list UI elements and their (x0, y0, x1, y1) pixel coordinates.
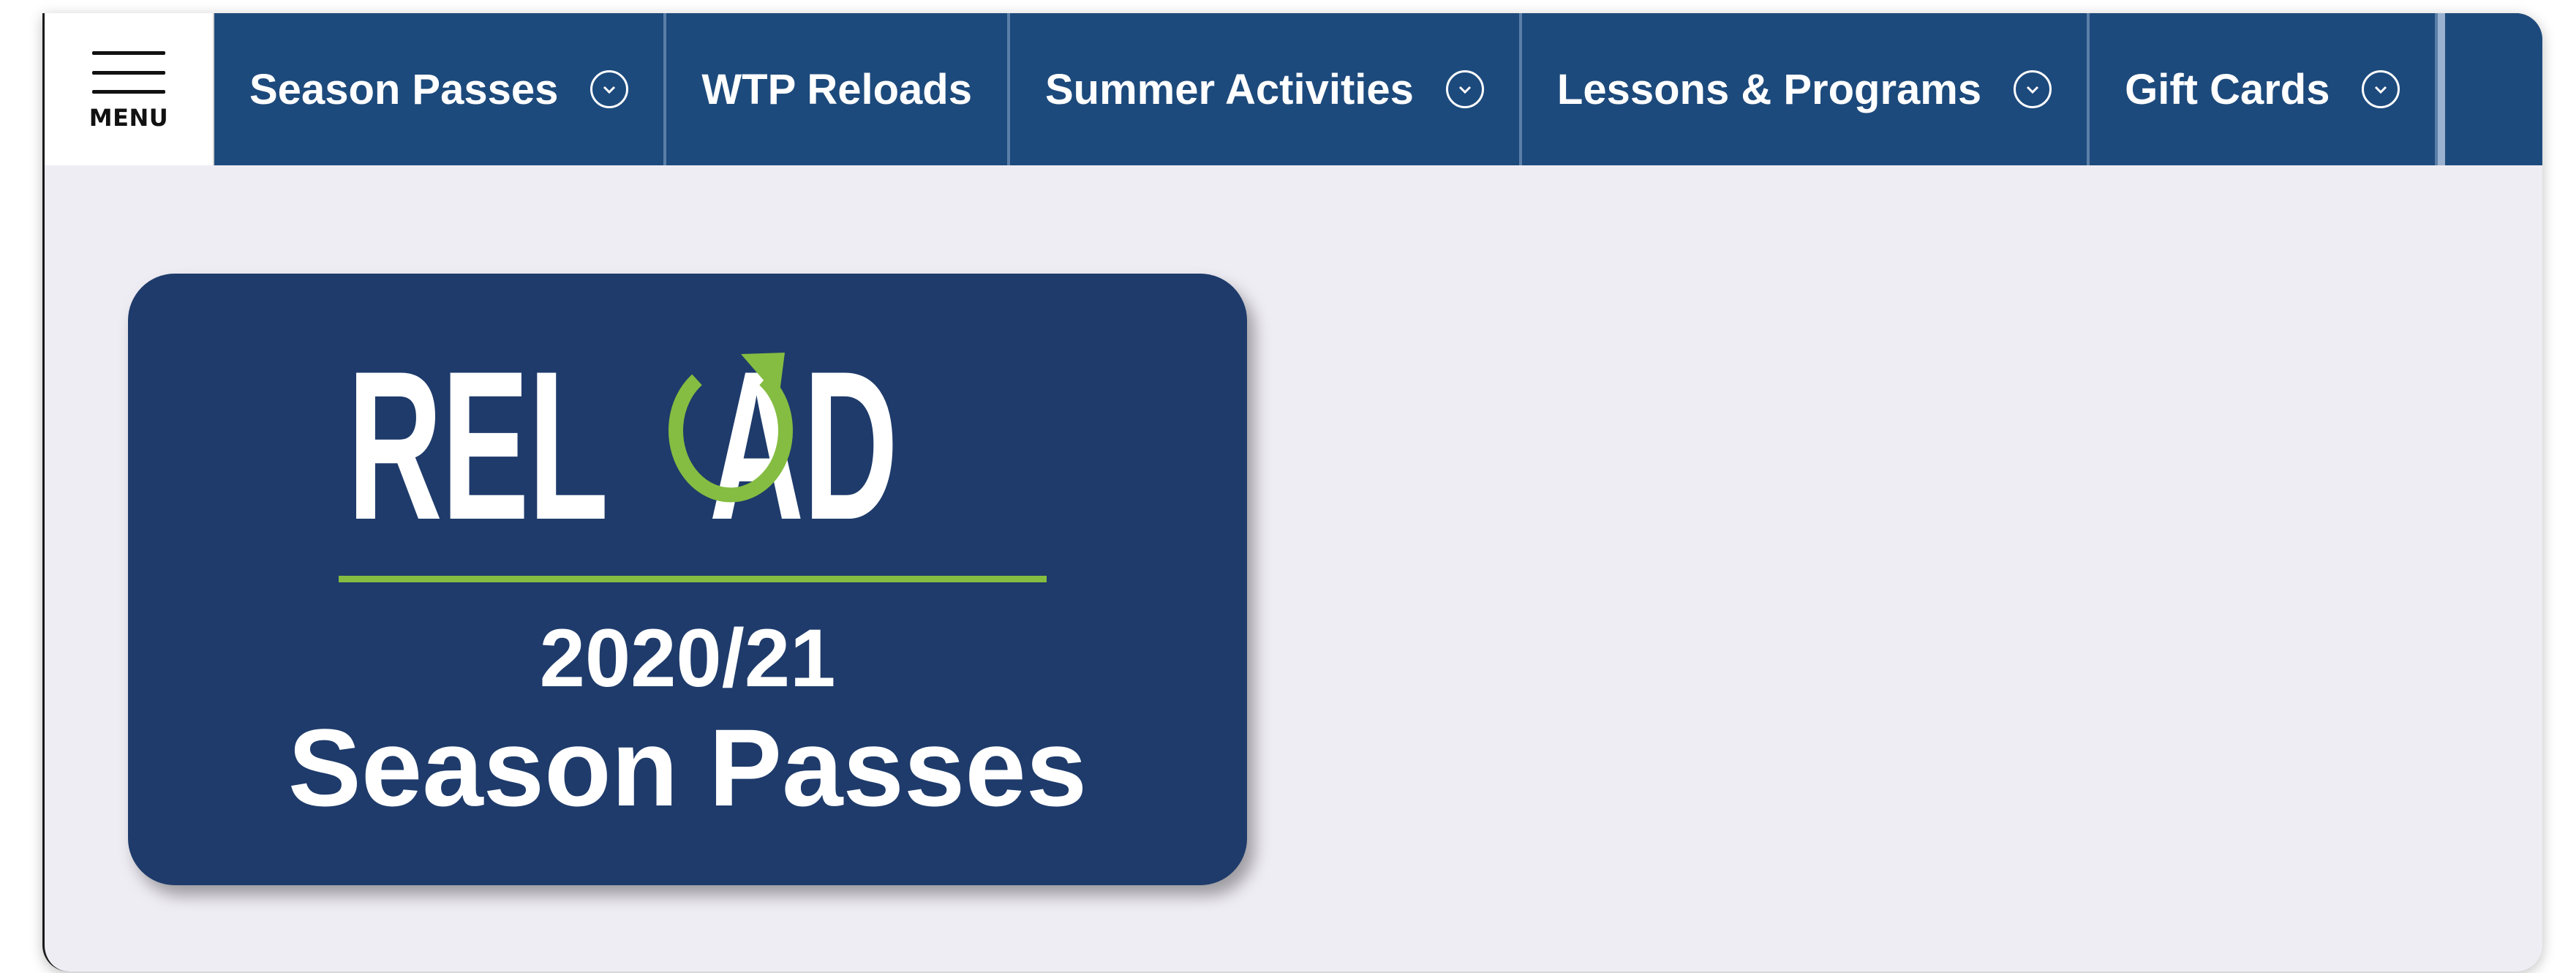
nav-scroll-edge (2438, 13, 2446, 165)
chevron-circle-down-icon[interactable] (2362, 70, 2400, 108)
nav-item-summer-activities[interactable]: Summer Activities (1009, 13, 1522, 165)
reload-logo-text: RELOAD (347, 327, 898, 564)
nav-item-lessons-programs[interactable]: Lessons & Programs (1521, 13, 2090, 165)
reload-season-passes-banner[interactable]: RELOAD 2020/21 Season Passes (128, 274, 1247, 885)
nav-item-label: Summer Activities (1044, 65, 1414, 113)
nav-item-label: WTP Reloads (701, 65, 972, 113)
main-nav: MENU Season Passes WTP Reloads Summer Ac… (45, 13, 2542, 165)
hamburger-icon (92, 51, 165, 94)
nav-item-season-passes[interactable]: Season Passes (214, 13, 667, 165)
nav-filler (2445, 13, 2542, 165)
green-divider (339, 576, 1047, 582)
nav-item-label: Season Passes (249, 65, 559, 113)
reload-arrow-icon (669, 353, 793, 503)
menu-label: MENU (88, 104, 169, 132)
browser-viewport: MENU Season Passes WTP Reloads Summer Ac… (42, 13, 2542, 972)
page: MENU Season Passes WTP Reloads Summer Ac… (0, 0, 2576, 973)
nav-item-wtp-reloads[interactable]: WTP Reloads (666, 13, 1010, 165)
season-year: 2020/21 (539, 612, 836, 704)
season-title: Season Passes (287, 706, 1088, 829)
nav-item-gift-cards[interactable]: Gift Cards (2090, 13, 2438, 165)
chevron-circle-down-icon[interactable] (2014, 70, 2052, 108)
chevron-circle-down-icon[interactable] (590, 70, 629, 108)
menu-button[interactable]: MENU (45, 13, 214, 165)
nav-item-label: Lessons & Programs (1556, 65, 1982, 113)
nav-item-label: Gift Cards (2125, 65, 2330, 113)
chevron-circle-down-icon[interactable] (1445, 70, 1484, 108)
